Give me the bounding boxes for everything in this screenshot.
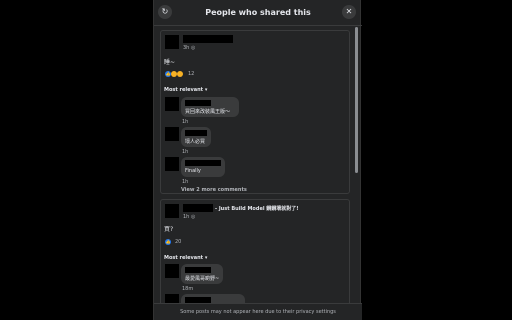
comment-avatar[interactable] — [165, 294, 179, 303]
avatar[interactable] — [165, 35, 179, 49]
reaction-count[interactable]: 20 — [175, 239, 181, 245]
comment-avatar[interactable] — [165, 127, 179, 141]
post-header-text: - Just Build Model 鋼鋼壞就對了! — [215, 206, 299, 212]
dialog-footer: Some posts may not appear here due to th… — [154, 303, 362, 320]
globe-icon: ◎ — [191, 214, 196, 220]
comment-time[interactable]: 1h — [182, 179, 188, 185]
close-icon: ✕ — [345, 7, 353, 16]
commenter-name-redacted[interactable] — [185, 130, 207, 136]
comment-avatar[interactable] — [165, 97, 179, 111]
comment-time[interactable]: 1h — [182, 119, 188, 125]
view-more-comments[interactable]: View 2 more comments — [181, 187, 247, 193]
globe-icon: ◎ — [191, 45, 196, 51]
wow-reaction-icon[interactable] — [177, 71, 183, 77]
avatar[interactable] — [165, 204, 179, 218]
like-reaction-icon[interactable]: 👍 — [165, 239, 171, 245]
commenter-name-redacted[interactable] — [185, 267, 211, 273]
chevron-down-icon: ▾ — [204, 87, 208, 93]
dialog-header: ↻ People who shared this ✕ — [154, 0, 362, 26]
shares-dialog: ↻ People who shared this ✕ 3h ◎ 睡~ 👍 12 … — [153, 0, 362, 320]
post-text: 買? — [164, 226, 174, 233]
comment-sort[interactable]: Most relevant ▾ — [164, 87, 207, 93]
reaction-count[interactable]: 12 — [188, 71, 194, 77]
commenter-name-redacted[interactable] — [185, 160, 221, 166]
comment-sort[interactable]: Most relevant ▾ — [164, 255, 207, 261]
comment-text: Finally — [185, 168, 201, 174]
commenter-name-redacted[interactable] — [185, 100, 211, 106]
close-button[interactable]: ✕ — [342, 5, 356, 19]
comment-text: 買回來改裝風王版～ — [185, 109, 231, 115]
post-time[interactable]: 1h — [183, 214, 189, 220]
post-text: 睡~ — [164, 59, 176, 66]
comment-bubble: 最愛風哥啲野~ — [181, 264, 223, 284]
comment-time[interactable]: 1h — [182, 149, 188, 155]
scrollbar-thumb[interactable] — [355, 27, 358, 173]
sort-label: Most relevant — [164, 87, 204, 93]
comment-text: 最愛風哥啲野~ — [185, 276, 220, 282]
post-time[interactable]: 3h — [183, 45, 189, 51]
comment-bubble: 壞人必買 — [181, 127, 211, 147]
comment-time[interactable]: 18m — [182, 286, 193, 292]
comment-text: 壞人必買 — [185, 139, 206, 145]
comment-avatar[interactable] — [165, 157, 179, 171]
comment-bubble: Finally — [181, 157, 225, 177]
author-name-redacted[interactable] — [183, 204, 213, 212]
comment-bubble — [181, 294, 245, 303]
comment-avatar[interactable] — [165, 264, 179, 278]
comment-bubble: 買回來改裝風王版～ — [181, 97, 239, 117]
author-name-redacted[interactable] — [183, 35, 233, 43]
chevron-down-icon: ▾ — [204, 255, 208, 261]
privacy-note: Some posts may not appear here due to th… — [180, 309, 336, 315]
scrollbar[interactable] — [355, 27, 358, 303]
dialog-title: People who shared this — [205, 8, 311, 17]
shared-post: 3h ◎ 睡~ 👍 12 Most relevant ▾ 買回來改裝風王版～ 1… — [160, 30, 350, 194]
sort-label: Most relevant — [164, 255, 204, 261]
shares-list[interactable]: 3h ◎ 睡~ 👍 12 Most relevant ▾ 買回來改裝風王版～ 1… — [154, 27, 362, 303]
shared-post: - Just Build Model 鋼鋼壞就對了! 1h ◎ 買? 👍 20 … — [160, 199, 350, 303]
